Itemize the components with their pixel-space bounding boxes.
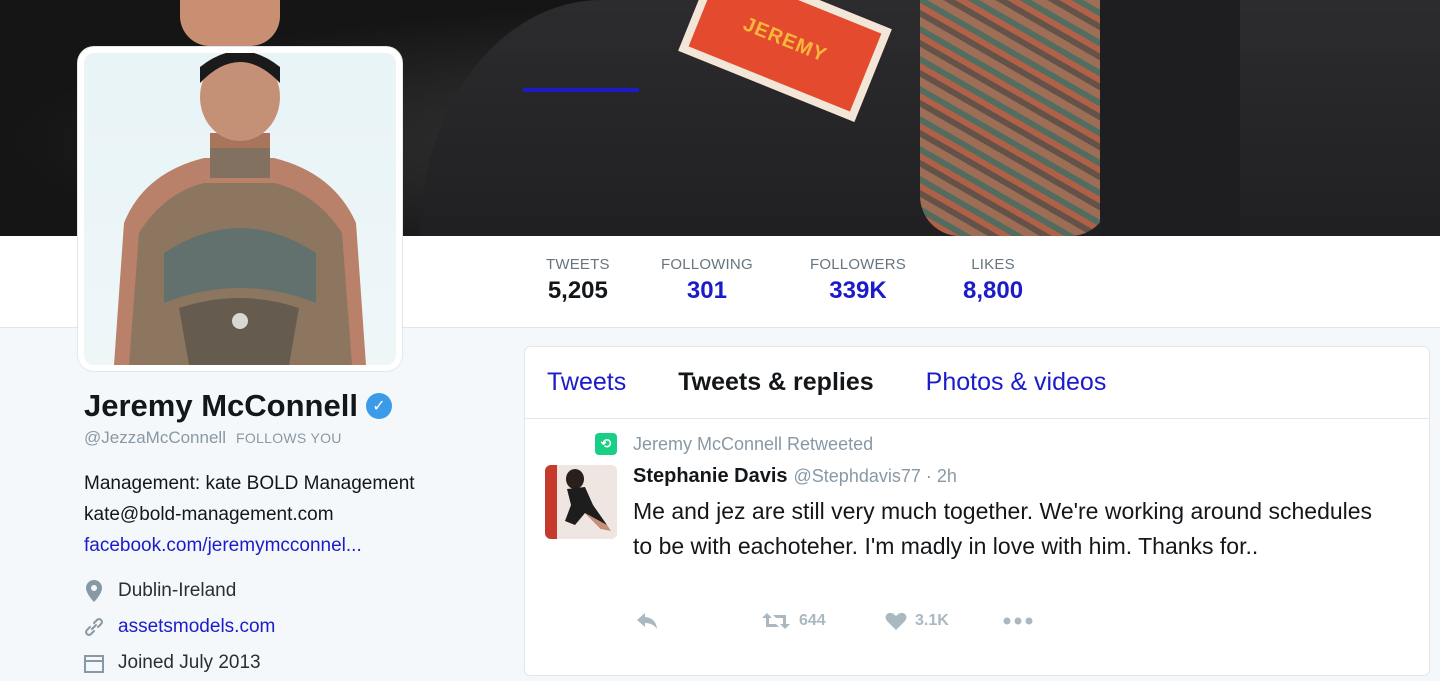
retweet-icon bbox=[762, 613, 790, 629]
active-stat-underline bbox=[523, 88, 639, 92]
verified-badge-icon: ✓ bbox=[365, 393, 392, 419]
profile-avatar[interactable] bbox=[78, 47, 402, 371]
like-button[interactable]: 3.1K bbox=[885, 611, 1003, 631]
avatar-illustration bbox=[114, 53, 366, 365]
stat-followers[interactable]: FOLLOWERS 339K bbox=[810, 256, 906, 305]
joined-row: Joined July 2013 bbox=[84, 645, 504, 681]
stat-tweets-label: TWEETS bbox=[546, 256, 610, 273]
retweet-button[interactable]: 644 bbox=[761, 611, 885, 631]
tweet-body: Stephanie Davis @Stephdavis77 · 2h Me an… bbox=[633, 465, 1393, 564]
bio-link[interactable]: facebook.com/jeremymcconnel... bbox=[84, 530, 504, 561]
reply-button[interactable] bbox=[635, 611, 761, 631]
tab-tweets[interactable]: Tweets bbox=[547, 368, 626, 397]
stat-following-label: FOLLOWING bbox=[661, 256, 753, 273]
bio-line-1: Management: kate BOLD Management bbox=[84, 473, 415, 494]
tweet-author-name[interactable]: Stephanie Davis bbox=[633, 465, 788, 488]
more-button[interactable] bbox=[1003, 617, 1033, 625]
calendar-icon bbox=[84, 653, 104, 673]
retweet-count: 644 bbox=[799, 612, 826, 629]
tweet-actions: 644 3.1K bbox=[635, 611, 1033, 631]
tweet-text: Me and jez are still very much together.… bbox=[633, 498, 1373, 559]
stat-followers-value: 339K bbox=[829, 277, 887, 304]
tab-photos-and-videos[interactable]: Photos & videos bbox=[926, 368, 1107, 397]
tweet-author-avatar[interactable] bbox=[545, 465, 617, 539]
profile-handle[interactable]: @JezzaMcConnell bbox=[84, 428, 226, 448]
banner-shirt bbox=[1100, 0, 1240, 236]
stat-followers-label: FOLLOWERS bbox=[810, 256, 906, 273]
stat-tweets-value: 5,205 bbox=[547, 277, 608, 304]
stat-following[interactable]: FOLLOWING 301 bbox=[661, 256, 753, 305]
profile-info: Jeremy McConnell ✓ @JezzaMcConnell FOLLO… bbox=[84, 388, 504, 681]
profile-meta: Dublin-Ireland assetsmodels.com Joined J… bbox=[84, 573, 504, 681]
stat-likes-label: LIKES bbox=[971, 256, 1015, 273]
tweet-author-handle[interactable]: @Stephdavis77 · 2h bbox=[794, 466, 957, 487]
retweet-context-icon: ⟲ bbox=[595, 433, 617, 455]
stat-tweets[interactable]: TWEETS 5,205 bbox=[546, 256, 610, 305]
profile-name[interactable]: Jeremy McConnell bbox=[84, 388, 358, 424]
avatar-image bbox=[84, 53, 396, 365]
timeline-tabs: Tweets Tweets & replies Photos & videos bbox=[525, 347, 1429, 419]
timeline-card: Tweets Tweets & replies Photos & videos … bbox=[524, 346, 1430, 676]
tab-tweets-and-replies[interactable]: Tweets & replies bbox=[678, 368, 873, 397]
banner-hand bbox=[180, 0, 280, 46]
stat-following-value: 301 bbox=[686, 277, 727, 304]
tweet-avatar-illustration bbox=[545, 465, 617, 539]
location-pin-icon bbox=[84, 580, 104, 602]
stat-likes-value: 8,800 bbox=[963, 277, 1024, 304]
retweet-context: ⟲ Jeremy McConnell Retweeted bbox=[595, 433, 873, 455]
name-tag-text: JEREMY bbox=[740, 12, 831, 67]
handle-row: @JezzaMcConnell FOLLOWS YOU bbox=[84, 428, 504, 448]
like-count: 3.1K bbox=[915, 612, 949, 629]
location-text: Dublin-Ireland bbox=[118, 580, 237, 601]
more-dots-icon bbox=[1003, 617, 1033, 625]
banner-tattoo bbox=[920, 0, 1110, 236]
follows-you-badge: FOLLOWS YOU bbox=[235, 430, 342, 446]
profile-bio: Management: kate BOLD Management kate@bo… bbox=[84, 468, 504, 561]
location-row: Dublin-Ireland bbox=[84, 573, 504, 609]
website-link[interactable]: assetsmodels.com bbox=[118, 616, 275, 638]
reply-icon bbox=[637, 613, 657, 629]
website-row: assetsmodels.com bbox=[84, 609, 504, 645]
profile-name-row: Jeremy McConnell ✓ bbox=[84, 388, 504, 424]
tweet-header: Stephanie Davis @Stephdavis77 · 2h bbox=[633, 465, 1393, 488]
stat-likes[interactable]: LIKES 8,800 bbox=[963, 256, 1023, 305]
heart-icon bbox=[885, 612, 907, 630]
joined-text: Joined July 2013 bbox=[118, 652, 261, 673]
bio-line-2: kate@bold-management.com bbox=[84, 504, 334, 525]
link-icon bbox=[84, 617, 104, 637]
retweeted-by-text[interactable]: Jeremy McConnell Retweeted bbox=[633, 434, 873, 455]
